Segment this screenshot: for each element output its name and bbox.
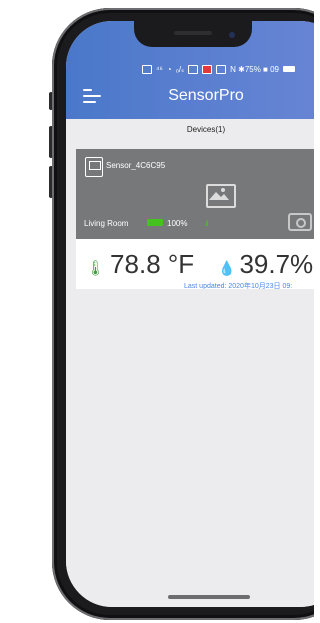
sim-icon xyxy=(142,64,152,74)
app-title: SensorPro xyxy=(168,87,244,104)
device-card[interactable]: Sensor_4C6C95 Living Room 100% .ıl 🌡 78.… xyxy=(76,149,314,290)
battery-icon xyxy=(283,66,295,72)
wifi-icon: ◔ xyxy=(166,64,172,74)
mail-icon xyxy=(216,64,227,74)
speaker xyxy=(174,31,212,35)
temperature-value: 78.8 °F xyxy=(110,249,195,279)
app-screen: ⁴⁶ ◔ ₀/ₛ N ✱75% ■ 09 SensorPro Devices(1… xyxy=(66,21,314,607)
devices-title: Devices(1) xyxy=(186,125,226,134)
sensor-name: Sensor_4C6C95 xyxy=(106,161,166,170)
image-placeholder-icon xyxy=(206,184,236,208)
thermometer-icon: 🌡 xyxy=(86,260,106,277)
data-speed-icon: ₀/ₛ xyxy=(175,64,185,74)
status-bar: ⁴⁶ ◔ ₀/ₛ N ✱75% ■ 09 xyxy=(142,63,314,75)
menu-line-3 xyxy=(83,101,96,103)
menu-line-1 xyxy=(83,89,92,91)
humidity-icon: 💧 xyxy=(218,260,236,276)
menu-line-2 xyxy=(83,95,101,97)
status-text-right: N ✱75% ■ 09 xyxy=(230,64,279,74)
device-location: Living Room xyxy=(84,219,129,228)
humidity-group: 💧 39.7% xyxy=(218,249,313,280)
battery-level-bar xyxy=(147,219,163,226)
menu-icon[interactable] xyxy=(83,89,101,105)
notification-icon xyxy=(188,64,199,74)
sensor-icon xyxy=(85,157,103,177)
phone-screenshot: ⁴⁶ ◔ ₀/ₛ N ✱75% ■ 09 SensorPro Devices(1… xyxy=(0,0,314,623)
humidity-value: 39.7% xyxy=(239,249,314,279)
empty-list-area xyxy=(66,289,314,607)
signal-strength-icon: .ıl xyxy=(204,219,208,228)
temperature-group: 🌡 78.8 °F xyxy=(86,249,194,280)
home-indicator xyxy=(168,595,250,599)
front-camera xyxy=(229,32,235,38)
camera-icon[interactable] xyxy=(288,213,312,231)
battery-percent: 100% xyxy=(167,219,188,228)
device-card-top: Sensor_4C6C95 Living Room 100% .ıl xyxy=(76,149,314,239)
app-notification-icon xyxy=(202,64,213,74)
signal-status-icon: ⁴⁶ xyxy=(156,64,163,74)
